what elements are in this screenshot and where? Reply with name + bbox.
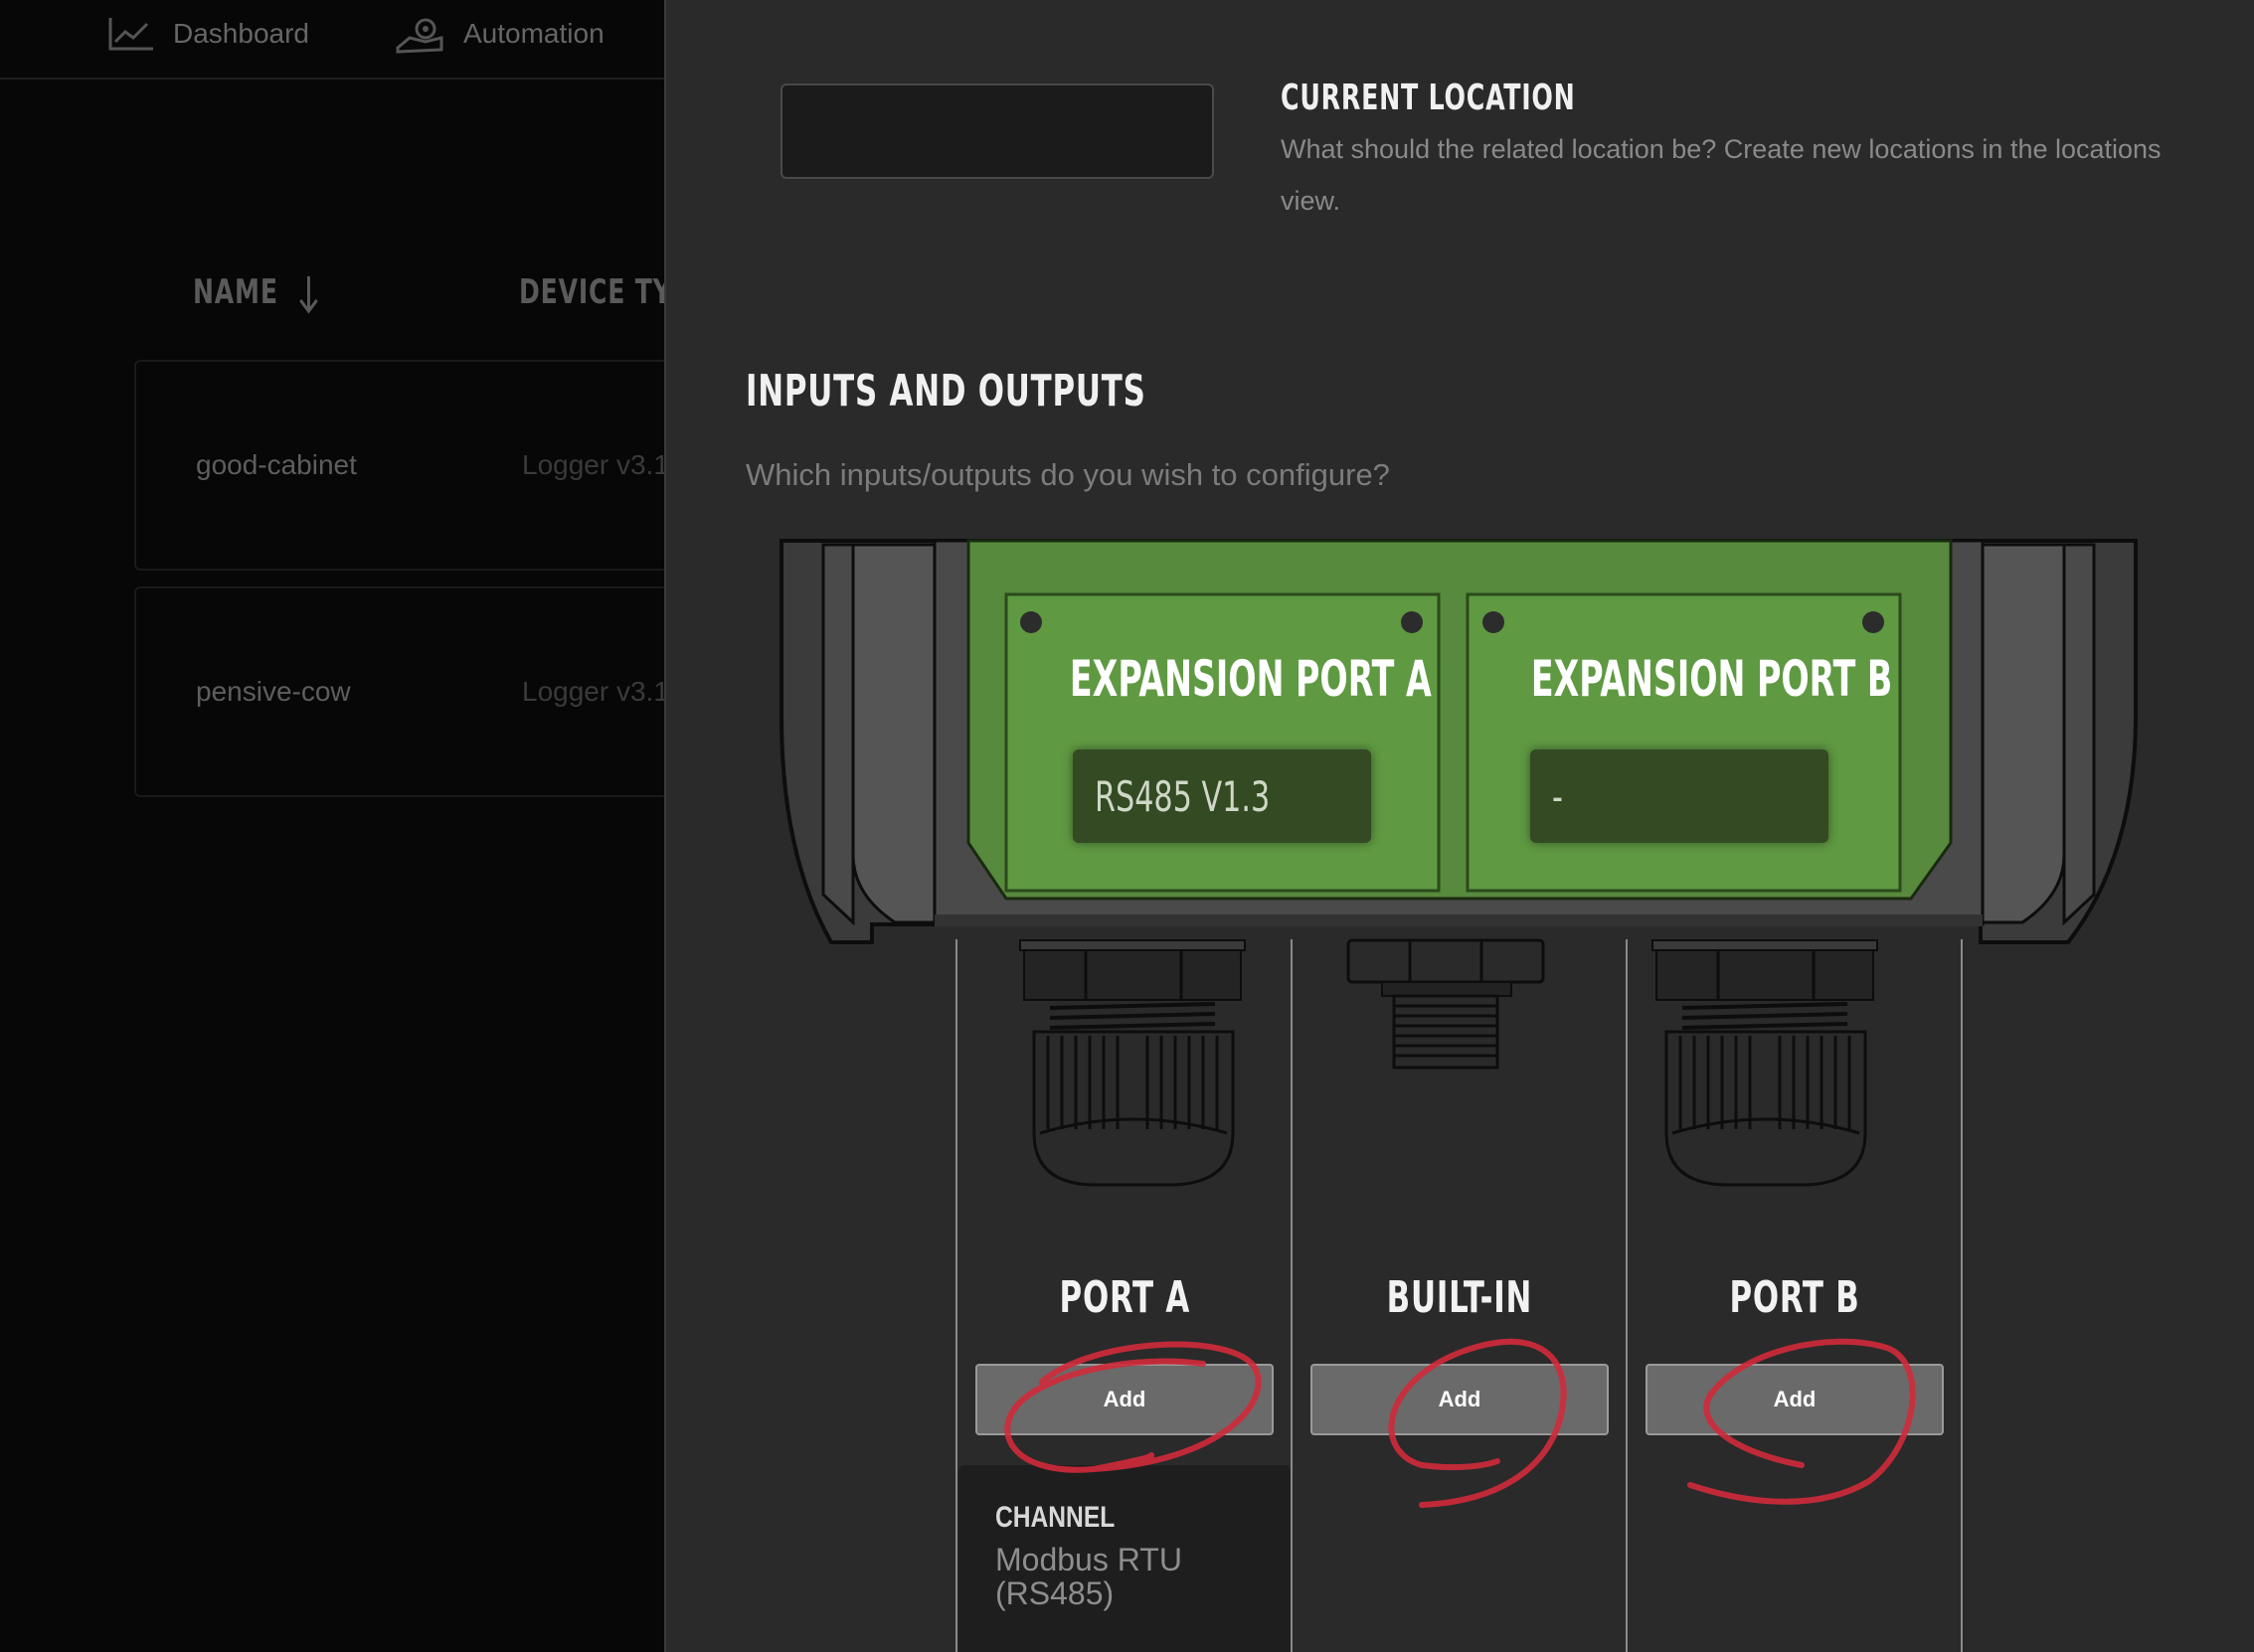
channel-label: CHANNEL [995,1501,1116,1534]
add-built-in-button[interactable]: Add [1310,1364,1609,1435]
cable-gland-port-b [1651,939,1878,1187]
port-b-label: PORT B [1729,1272,1860,1323]
built-in-label: BUILT-IN [1386,1272,1533,1323]
built-in-connector [1346,938,1545,1070]
cable-gland-port-a [1019,939,1246,1187]
channel-value: Modbus RTU (RS485) [995,1542,1182,1611]
expansion-port-b-title: EXPANSION PORT B [1530,650,1893,708]
add-port-a-button[interactable]: Add [975,1364,1274,1435]
expansion-port-b-value[interactable]: - [1530,749,1828,843]
port-a-label: PORT A [1059,1272,1190,1323]
expansion-port-a-title: EXPANSION PORT A [1069,650,1432,708]
add-port-b-button[interactable]: Add [1646,1364,1944,1435]
channel-card[interactable]: CHANNEL Modbus RTU (RS485) [958,1465,1291,1652]
expansion-port-a-value[interactable]: RS485 V1.3 [1073,749,1371,843]
